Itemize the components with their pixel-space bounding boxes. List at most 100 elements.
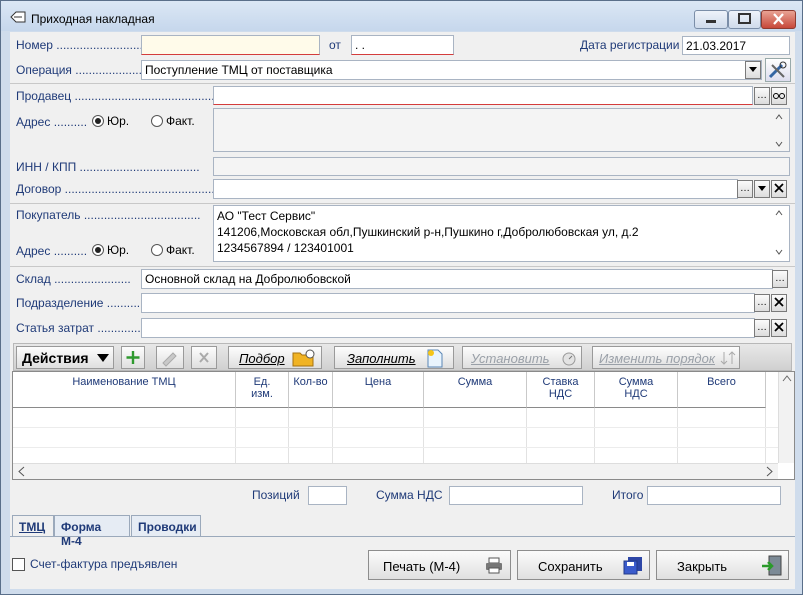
- positions-label: Позиций: [252, 488, 300, 502]
- app-icon: [10, 11, 26, 23]
- chevron-down-icon: [97, 354, 109, 362]
- minimize-button[interactable]: [694, 10, 728, 29]
- buyer-address: 141206,Московская обл,Пушкинский р-н,Пуш…: [217, 225, 639, 239]
- plus-icon: [126, 351, 140, 364]
- seller-glasses-button[interactable]: [771, 87, 787, 105]
- seller-label: Продавец ...............................…: [16, 89, 222, 103]
- table-row[interactable]: [13, 428, 778, 448]
- maximize-button[interactable]: [728, 10, 761, 29]
- warehouse-select-button[interactable]: …: [772, 270, 788, 288]
- buyer-name: АО "Тест Сервис": [217, 209, 316, 223]
- col-header-vat-rate[interactable]: Ставка НДС: [527, 372, 595, 408]
- chevron-down-icon: [758, 186, 766, 191]
- division-clear-button[interactable]: [771, 294, 787, 312]
- division-select-button[interactable]: …: [754, 294, 770, 312]
- scroll-left-icon: [18, 466, 25, 477]
- invoice-checkbox-label: Счет-фактура предъявлен: [30, 557, 178, 571]
- print-label: Печать (М-4): [383, 559, 461, 574]
- col-header-unit[interactable]: Ед. изм.: [236, 372, 289, 408]
- buyer-info[interactable]: АО "Тест Сервис" 141206,Московская обл,П…: [213, 205, 790, 262]
- sort-icon: [720, 351, 736, 365]
- items-grid[interactable]: Наименование ТМЦ Ед. изм. Кол-во Цена Сум…: [12, 371, 795, 480]
- contract-label: Договор ................................…: [16, 182, 215, 196]
- vertical-scrollbar[interactable]: [778, 372, 794, 463]
- operation-select[interactable]: Поступление ТМЦ от поставщика: [141, 60, 762, 80]
- order-label: Изменить порядок: [599, 351, 715, 366]
- operation-dropdown-button[interactable]: [745, 61, 761, 79]
- title-bar[interactable]: Приходная накладная: [1, 1, 802, 31]
- contract-clear-button[interactable]: [771, 180, 787, 198]
- col-header-line: Сумма: [618, 376, 654, 388]
- contract-select-button[interactable]: …: [737, 180, 753, 198]
- col-header-line: Ставка: [542, 376, 579, 388]
- col-header-line: Наименование ТМЦ: [72, 376, 176, 388]
- tab-postings[interactable]: Проводки: [131, 515, 201, 537]
- seller-radio-fact[interactable]: [151, 115, 163, 127]
- set-label: Установить: [471, 351, 550, 366]
- close-icon: [774, 322, 784, 332]
- col-header-line: Цена: [364, 376, 392, 388]
- print-button[interactable]: Печать (М-4): [368, 550, 511, 580]
- delete-icon: [199, 352, 209, 363]
- fill-button[interactable]: Заполнить: [334, 346, 454, 369]
- table-row[interactable]: [13, 408, 778, 428]
- warehouse-input[interactable]: Основной склад на Добролюбовской: [141, 269, 773, 289]
- operation-settings-button[interactable]: [765, 58, 791, 82]
- glasses-icon: [773, 93, 785, 99]
- buyer-radio-jur[interactable]: [92, 244, 104, 256]
- pick-button[interactable]: Подбор: [228, 346, 322, 369]
- inn-input[interactable]: [213, 157, 790, 176]
- actions-menu-button[interactable]: Действия: [16, 346, 114, 369]
- tab-form-m4[interactable]: Форма М-4: [54, 515, 130, 548]
- col-header-vat-sum[interactable]: Сумма НДС: [595, 372, 678, 408]
- seller-address-text[interactable]: [213, 108, 790, 152]
- operation-label: Операция ......................: [16, 63, 149, 77]
- set-button[interactable]: Установить: [462, 346, 582, 369]
- number-input[interactable]: [141, 35, 320, 55]
- close-window-button[interactable]: [761, 10, 796, 29]
- seller-radio-jur[interactable]: [92, 115, 104, 127]
- division-input[interactable]: [141, 293, 755, 313]
- buyer-radio-fact[interactable]: [151, 244, 163, 256]
- col-header-sum[interactable]: Сумма: [424, 372, 527, 408]
- close-button[interactable]: Закрыть: [656, 550, 789, 580]
- close-label: Закрыть: [677, 559, 728, 574]
- form-body: Номер .......................... от . . …: [10, 32, 795, 589]
- seller-input[interactable]: [213, 86, 753, 105]
- division-label: Подразделение ...........: [16, 296, 144, 310]
- col-header-total[interactable]: Всего: [678, 372, 766, 408]
- horizontal-scrollbar[interactable]: [13, 463, 778, 479]
- from-label: от: [329, 38, 341, 52]
- cost-clear-button[interactable]: [771, 319, 787, 337]
- buyer-label: Покупатель .............................…: [16, 208, 201, 222]
- seller-address-label: Адрес ..........: [16, 115, 88, 129]
- col-header-qty[interactable]: Кол-во: [289, 372, 333, 408]
- stopwatch-icon: [562, 352, 576, 366]
- contract-dropdown-button[interactable]: [754, 180, 770, 198]
- positions-value: [308, 486, 347, 505]
- delete-row-button[interactable]: [191, 346, 217, 369]
- col-header-name[interactable]: Наименование ТМЦ: [13, 372, 236, 408]
- save-button[interactable]: Сохранить: [517, 550, 650, 580]
- cost-input[interactable]: [141, 318, 755, 338]
- invoice-checkbox[interactable]: [12, 558, 25, 571]
- window-title: Приходная накладная: [31, 12, 155, 26]
- edit-row-button[interactable]: [156, 346, 184, 369]
- buyer-radio-fact-label: Факт.: [166, 243, 195, 257]
- vat-total-label: Сумма НДС: [376, 488, 443, 502]
- reg-date-input[interactable]: 21.03.2017: [682, 36, 790, 55]
- actions-label: Действия: [22, 350, 89, 366]
- buyer-scroll-icon[interactable]: [773, 208, 785, 258]
- tab-tmc[interactable]: ТМЦ: [12, 515, 54, 537]
- pick-label: Подбор: [239, 351, 285, 366]
- document-icon: [427, 349, 443, 368]
- col-header-price[interactable]: Цена: [333, 372, 424, 408]
- date-input[interactable]: . .: [351, 35, 454, 55]
- add-row-button[interactable]: [121, 346, 145, 369]
- change-order-button[interactable]: Изменить порядок: [592, 346, 740, 369]
- cost-select-button[interactable]: …: [754, 319, 770, 337]
- seller-select-button[interactable]: …: [754, 87, 770, 105]
- cost-label: Статья затрат .............: [16, 321, 141, 335]
- contract-input[interactable]: [213, 179, 738, 199]
- seller-address-scroll-icon[interactable]: [773, 112, 785, 150]
